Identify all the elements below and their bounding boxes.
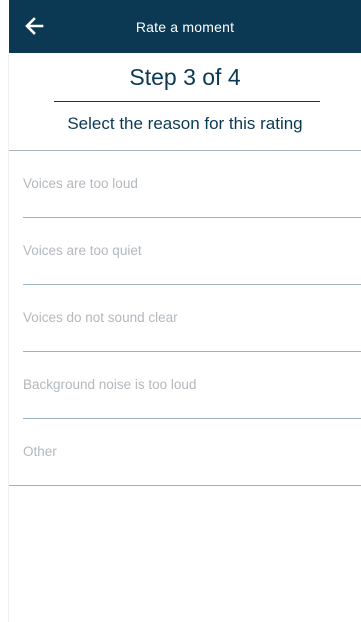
arrow-left-icon[interactable]	[24, 15, 44, 37]
reason-option-label: Voices do not sound clear	[23, 310, 178, 325]
reason-option-other[interactable]: Other	[9, 419, 361, 486]
step-title: Step 3 of 4	[129, 64, 241, 90]
header-title: Rate a moment	[135, 18, 235, 35]
reason-option-label: Voices are too loud	[23, 176, 138, 191]
reason-option-label: Voices are too quiet	[23, 243, 142, 258]
app-header: Rate a moment	[9, 0, 361, 53]
reason-option-label: Other	[23, 444, 57, 459]
reason-option-voices-too-loud[interactable]: Voices are too loud	[9, 151, 361, 218]
reason-option-voices-not-clear[interactable]: Voices do not sound clear	[9, 285, 361, 352]
reason-list: Voices are too loud Voices are too quiet…	[9, 151, 361, 486]
reason-option-label: Background noise is too loud	[23, 377, 197, 392]
reason-option-background-noise[interactable]: Background noise is too loud	[9, 352, 361, 419]
step-title-underline	[54, 101, 320, 102]
reason-option-voices-too-quiet[interactable]: Voices are too quiet	[9, 218, 361, 285]
step-subtitle: Select the reason for this rating	[67, 114, 303, 133]
option-divider	[9, 485, 361, 486]
